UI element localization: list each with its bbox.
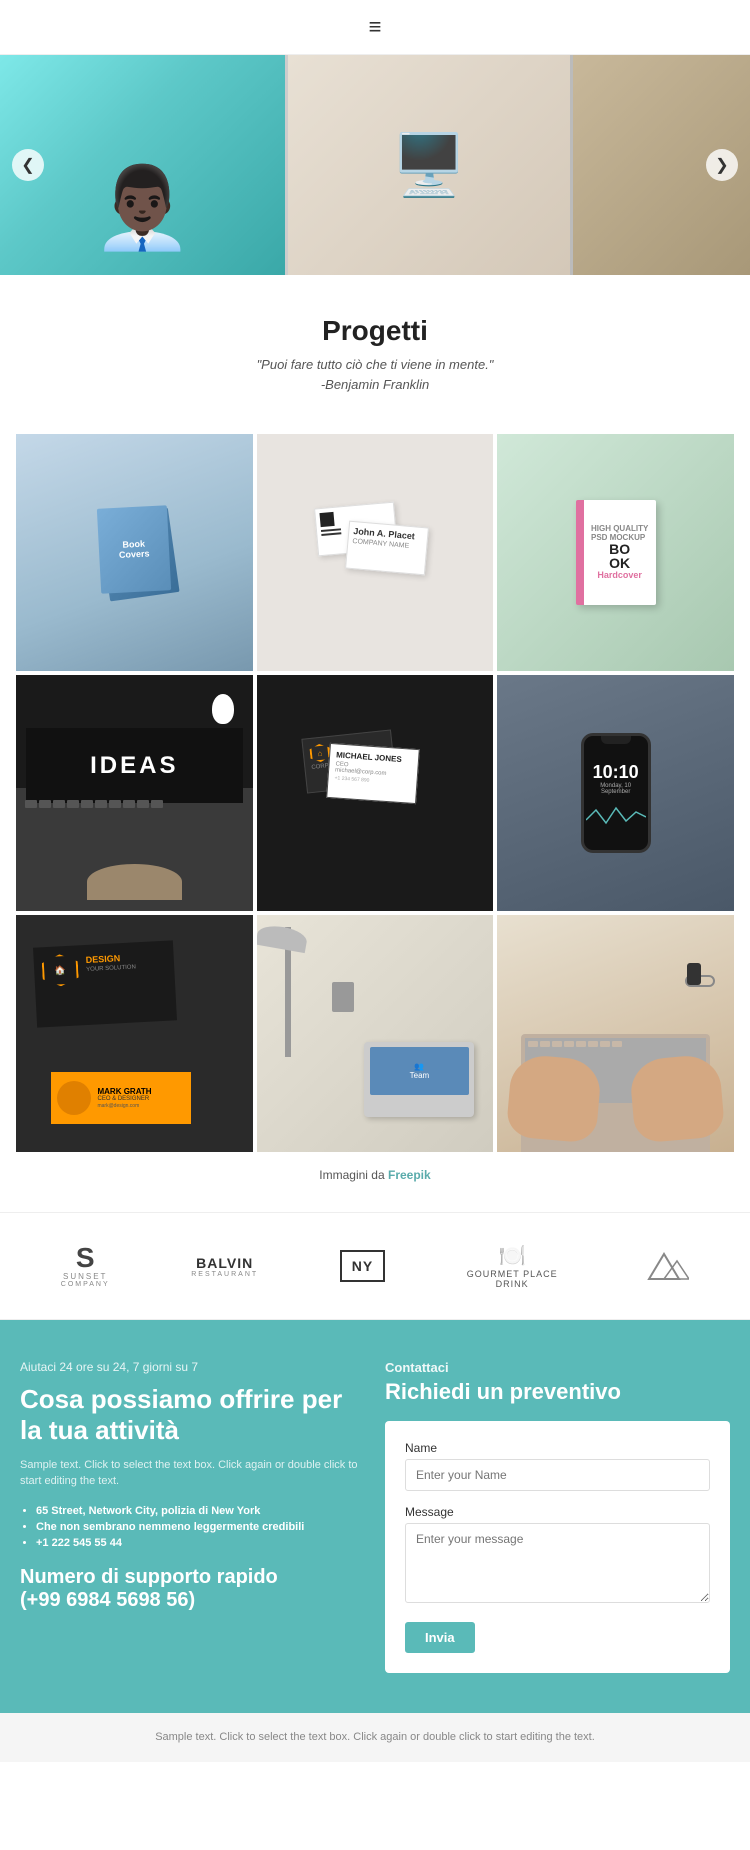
contact-list-item: +1 222 545 55 44 (36, 1537, 365, 1549)
form-name-group: Name (405, 1441, 710, 1491)
contact-list-item: Che non sembrano nemmeno leggermente cre… (36, 1521, 365, 1533)
logo-balvin: BALVIN RESTAURANT (191, 1255, 258, 1278)
footer: Sample text. Click to select the text bo… (0, 1713, 750, 1762)
contact-phone: (+99 6984 5698 56) (20, 1589, 365, 1612)
logo-mountain (639, 1249, 689, 1284)
carousel: ❮ ❯ (0, 55, 750, 275)
phone-time: 10:10 (593, 762, 639, 783)
form-message-label: Message (405, 1505, 710, 1519)
gourmet-icon: 🍽️ (498, 1243, 525, 1269)
logos-section: S SUNSET COMPANY BALVIN RESTAURANT NY 🍽️… (0, 1212, 750, 1320)
hamburger-icon[interactable]: ≡ (369, 14, 382, 40)
contact-availability: Aiutaci 24 ore su 24, 7 giorni su 7 (20, 1360, 365, 1374)
contact-list-item: 65 Street, Network City, polizia di New … (36, 1505, 365, 1517)
navigation: ≡ (0, 0, 750, 55)
logo-sunset: S SUNSET COMPANY (61, 1244, 110, 1288)
phone-date: Monday, 10 September (584, 783, 648, 795)
carousel-slide-2 (285, 55, 570, 275)
logo-ny: NY (340, 1250, 385, 1282)
grid-item-design-card[interactable]: 🏠 DESIGN YOUR SOLUTION MARK GRATH CEO & … (16, 915, 253, 1152)
logo-gourmet: 🍽️ GOURMET PLACE DRINK (467, 1243, 558, 1289)
contact-left: Aiutaci 24 ore su 24, 7 giorni su 7 Cosa… (20, 1360, 365, 1673)
ideas-label: IDEAS (90, 752, 178, 780)
form-name-label: Name (405, 1441, 710, 1455)
progetti-title: Progetti (20, 315, 730, 347)
form-message-group: Message (405, 1505, 710, 1608)
grid-item-laptop-lamp[interactable]: 👥Team (257, 915, 494, 1152)
form-submit-button[interactable]: Invia (405, 1622, 475, 1653)
form-message-textarea[interactable] (405, 1523, 710, 1603)
immagini-text: Immagini da Freepik (0, 1168, 750, 1182)
progetti-section: Progetti "Puoi fare tutto ciò che ti vie… (0, 275, 750, 414)
contact-form: Name Message Invia (385, 1421, 730, 1673)
progetti-quote: "Puoi fare tutto ciò che ti viene in men… (20, 355, 730, 394)
carousel-next-button[interactable]: ❯ (706, 149, 738, 181)
grid-item-hands-keyboard[interactable] (497, 915, 734, 1152)
mountain-icon (639, 1249, 689, 1284)
grid-item-phone[interactable]: 10:10 Monday, 10 September (497, 675, 734, 912)
contact-support-label: Numero di supporto rapido (20, 1565, 365, 1589)
contact-list: 65 Street, Network City, polizia di New … (20, 1505, 365, 1549)
contact-sample: Sample text. Click to select the text bo… (20, 1458, 365, 1489)
contact-heading: Cosa possiamo offrire per la tua attivit… (20, 1384, 365, 1446)
contact-right-label: Contattaci (385, 1360, 730, 1375)
contact-right-heading: Richiedi un preventivo (385, 1379, 730, 1405)
grid-item-business-cards[interactable]: John A. Placet COMPANY NAME (257, 434, 494, 671)
carousel-prev-button[interactable]: ❮ (12, 149, 44, 181)
contact-section: Aiutaci 24 ore su 24, 7 giorni su 7 Cosa… (0, 1320, 750, 1713)
grid-item-dark-cards[interactable]: ⌂ CORPORATION MICHAEL JONES CEO michael@… (257, 675, 494, 912)
grid-item-book-covers[interactable]: BookCovers (16, 434, 253, 671)
grid-item-ideas[interactable]: IDEAS (16, 675, 253, 912)
footer-text: Sample text. Click to select the text bo… (20, 1729, 730, 1746)
portfolio-grid: BookCovers John A. Placet COMPANY NAME (16, 434, 734, 1152)
grid-item-book-hardcover[interactable]: HIGH QUALITYPSD MOCKUP BOOK Hardcover (497, 434, 734, 671)
contact-right: Contattaci Richiedi un preventivo Name M… (385, 1360, 730, 1673)
form-name-input[interactable] (405, 1459, 710, 1491)
